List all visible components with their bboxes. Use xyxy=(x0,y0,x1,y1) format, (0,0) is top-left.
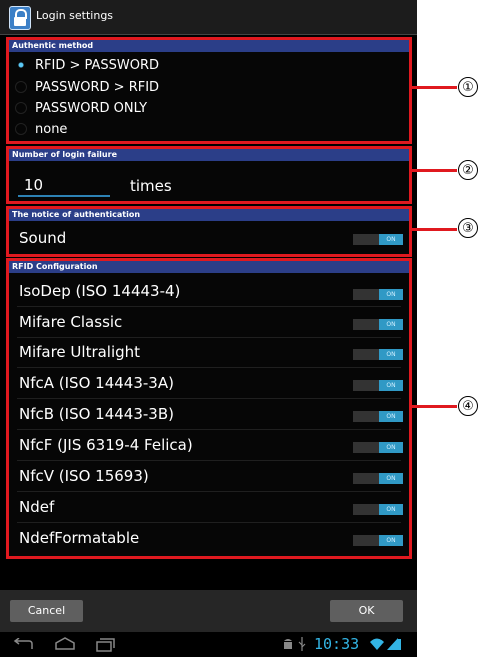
home-icon[interactable] xyxy=(54,637,76,651)
back-icon[interactable] xyxy=(12,638,34,652)
section-header: Authentic method xyxy=(9,40,409,52)
setting-label: NfcA (ISO 14443-3A) xyxy=(19,374,174,392)
wifi-icon xyxy=(370,638,384,650)
radio-unselected-icon[interactable] xyxy=(15,81,27,93)
callout-line xyxy=(409,405,457,408)
rfid-toggle[interactable]: ON xyxy=(353,473,403,484)
section-header: The notice of authentication xyxy=(9,209,409,221)
callout-number: ② xyxy=(458,160,478,180)
section-header: RFID Configuration xyxy=(9,261,409,273)
rfid-setting-row[interactable]: Mifare Classic ON xyxy=(9,307,409,337)
toggle-state: ON xyxy=(379,535,403,546)
rfid-toggle[interactable]: ON xyxy=(353,411,403,422)
window-title: Login settings xyxy=(36,9,114,22)
radio-label: PASSWORD ONLY xyxy=(35,100,148,116)
radio-label: RFID > PASSWORD xyxy=(35,57,160,73)
battery-icon xyxy=(387,638,401,650)
cancel-button[interactable]: Cancel xyxy=(10,600,83,622)
radio-option[interactable]: PASSWORD > RFID xyxy=(15,77,159,97)
sound-toggle[interactable]: ON xyxy=(353,234,403,245)
clock: 10:33 xyxy=(314,635,360,653)
login-failure-section: Number of login failure 10 times xyxy=(6,146,412,204)
callout-line xyxy=(409,169,457,172)
dialog-button-bar: Cancel OK xyxy=(0,590,417,632)
setting-label: Sound xyxy=(19,229,67,247)
rfid-setting-row[interactable]: NfcF (JIS 6319-4 Felica) ON xyxy=(9,430,409,460)
rfid-setting-row[interactable]: NfcB (ISO 14443-3B) ON xyxy=(9,399,409,429)
rfid-toggle[interactable]: ON xyxy=(353,535,403,546)
radio-label: PASSWORD > RFID xyxy=(35,79,160,95)
toggle-state: ON xyxy=(379,289,403,300)
rfid-toggle[interactable]: ON xyxy=(353,380,403,391)
toggle-state: ON xyxy=(379,349,403,360)
callout-number: ③ xyxy=(458,218,478,238)
radio-unselected-icon[interactable] xyxy=(15,102,27,114)
rfid-setting-row[interactable]: Mifare Ultralight ON xyxy=(9,337,409,367)
callout-line xyxy=(409,86,457,89)
setting-label: Ndef xyxy=(19,498,55,516)
rfid-setting-row[interactable]: NfcV (ISO 15693) ON xyxy=(9,461,409,491)
setting-label: NfcB (ISO 14443-3B) xyxy=(19,405,174,423)
authentic-method-section: Authentic method RFID > PASSWORD PASSWOR… xyxy=(6,37,412,144)
toggle-state: ON xyxy=(379,473,403,484)
rfid-setting-row[interactable]: IsoDep (ISO 14443-4) ON xyxy=(9,276,409,306)
radio-label: none xyxy=(35,121,68,137)
usb-icon xyxy=(298,637,306,651)
rfid-setting-row[interactable]: Ndef ON xyxy=(9,492,409,522)
notice-section: The notice of authentication Sound ON xyxy=(6,206,412,257)
ok-button[interactable]: OK xyxy=(330,600,403,622)
setting-label: NfcF (JIS 6319-4 Felica) xyxy=(19,436,193,454)
toggle-state: ON xyxy=(379,504,403,515)
system-navigation-bar: 10:33 xyxy=(0,632,417,657)
rfid-setting-row[interactable]: NfcA (ISO 14443-3A) ON xyxy=(9,368,409,398)
rfid-setting-row[interactable]: NdefFormatable ON xyxy=(9,523,409,553)
setting-label: NdefFormatable xyxy=(19,529,140,547)
callout-line xyxy=(409,228,457,231)
radio-option[interactable]: PASSWORD ONLY xyxy=(15,98,147,118)
toggle-state: ON xyxy=(379,319,403,330)
callout-number: ④ xyxy=(458,396,478,416)
radio-selected-icon[interactable] xyxy=(15,59,27,71)
section-header: Number of login failure xyxy=(9,149,409,161)
title-bar: Login settings xyxy=(0,0,417,35)
toggle-state: ON xyxy=(379,442,403,453)
radio-option[interactable]: none xyxy=(15,119,67,139)
rfid-configuration-section: RFID Configuration IsoDep (ISO 14443-4) … xyxy=(6,258,412,559)
rfid-toggle[interactable]: ON xyxy=(353,442,403,453)
rfid-toggle[interactable]: ON xyxy=(353,504,403,515)
callout-number: ① xyxy=(458,77,478,97)
radio-unselected-icon[interactable] xyxy=(15,123,27,135)
rfid-toggle[interactable]: ON xyxy=(353,319,403,330)
setting-label: Mifare Ultralight xyxy=(19,343,141,361)
rfid-toggle[interactable]: ON xyxy=(353,349,403,360)
rfid-toggle[interactable]: ON xyxy=(353,289,403,300)
login-failure-count-input[interactable]: 10 xyxy=(18,175,110,197)
setting-label: NfcV (ISO 15693) xyxy=(19,467,149,485)
lock-icon xyxy=(9,6,31,30)
toggle-state: ON xyxy=(379,234,403,245)
setting-label: Mifare Classic xyxy=(19,313,123,331)
toggle-state: ON xyxy=(379,380,403,391)
recent-apps-icon[interactable] xyxy=(95,638,115,652)
toggle-state: ON xyxy=(379,411,403,422)
setting-label: IsoDep (ISO 14443-4) xyxy=(19,282,181,300)
login-settings-screen: Login settings Authentic method RFID > P… xyxy=(0,0,417,657)
sound-setting-row[interactable]: Sound ON xyxy=(9,223,409,253)
android-icon xyxy=(284,639,292,649)
unit-label: times xyxy=(130,177,172,195)
radio-option[interactable]: RFID > PASSWORD xyxy=(15,55,159,75)
